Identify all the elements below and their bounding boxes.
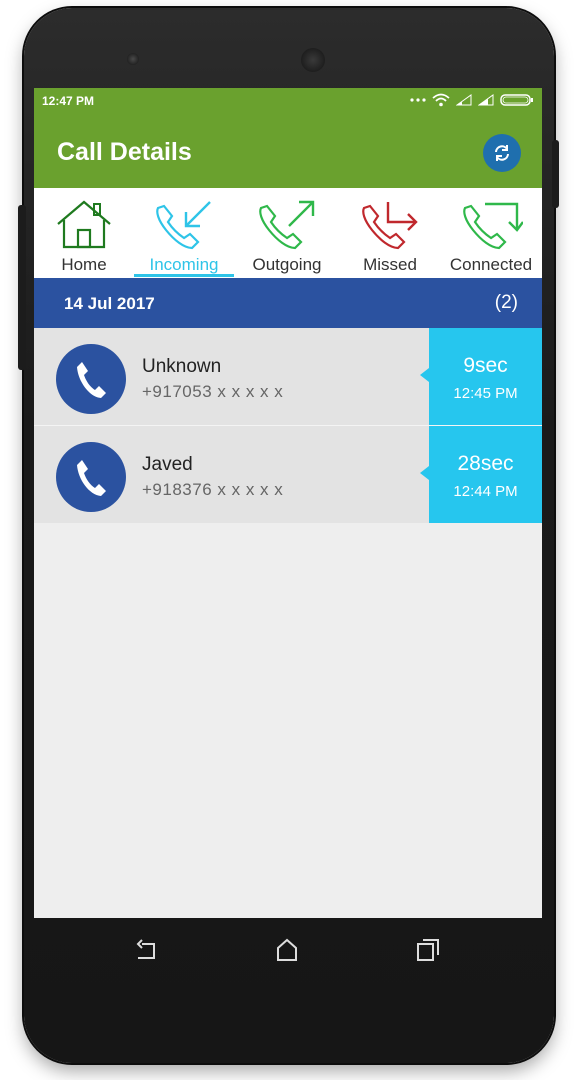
tab-label-connected: Connected xyxy=(449,255,533,274)
tab-missed[interactable]: Missed xyxy=(340,188,440,278)
call-row[interactable]: Javed +918376 x x x x x 28sec 12:44 PM xyxy=(34,425,542,523)
home-icon xyxy=(57,200,111,249)
outgoing-call-icon xyxy=(259,200,315,250)
date-header: 14 Jul 2017 (2) xyxy=(34,278,542,328)
tab-label-home: Home xyxy=(61,255,107,274)
status-icons xyxy=(410,93,534,107)
missed-call-icon xyxy=(362,202,418,250)
tab-connected[interactable]: Connected xyxy=(441,188,541,278)
avatar xyxy=(56,344,126,414)
tab-label-missed: Missed xyxy=(363,255,417,274)
side-button-right xyxy=(552,140,559,208)
signal-icon-2 xyxy=(478,94,494,106)
battery-icon xyxy=(500,94,533,106)
date-label: 14 Jul 2017 xyxy=(64,294,155,313)
side-button-left xyxy=(18,205,26,370)
tab-label-outgoing: Outgoing xyxy=(252,255,322,274)
screen: 12:47 PM Call Details Home Incoming Outg… xyxy=(34,88,542,918)
navigation-bar xyxy=(34,918,542,984)
wifi-icon xyxy=(432,93,450,107)
recents-icon[interactable] xyxy=(416,938,440,962)
call-count: (2) xyxy=(494,292,518,313)
home-nav-icon[interactable] xyxy=(276,938,298,962)
phone-icon xyxy=(77,362,106,398)
call-row[interactable]: Unknown +917053 x x x x x 9sec 12:45 PM xyxy=(34,328,542,425)
tab-bar: Home Incoming Outgoing Missed Connected xyxy=(34,188,542,278)
status-bar: 12:47 PM xyxy=(34,88,542,114)
caller-number: +918376 x x x x x xyxy=(142,480,284,499)
refresh-icon xyxy=(495,145,509,161)
call-duration: 9sec xyxy=(463,354,508,377)
tab-label-incoming: Incoming xyxy=(149,255,219,274)
call-list: Unknown +917053 x x x x x 9sec 12:45 PM … xyxy=(34,328,542,523)
phone-icon xyxy=(77,460,106,496)
connected-call-icon xyxy=(463,202,523,250)
back-icon[interactable] xyxy=(134,938,160,962)
status-time: 12:47 PM xyxy=(42,94,95,108)
duration-box: 28sec 12:44 PM xyxy=(420,426,542,523)
call-time: 12:45 PM xyxy=(453,385,518,402)
tab-incoming[interactable]: Incoming xyxy=(134,188,234,278)
page-title: Call Details xyxy=(57,138,192,166)
tab-home[interactable]: Home xyxy=(34,188,134,278)
caller-name: Unknown xyxy=(142,356,222,377)
tab-outgoing[interactable]: Outgoing xyxy=(237,188,337,278)
avatar xyxy=(56,442,126,512)
caller-number: +917053 x x x x x xyxy=(142,382,284,401)
caller-name: Javed xyxy=(142,454,193,475)
refresh-button[interactable] xyxy=(483,134,521,172)
more-dots-icon xyxy=(410,98,426,102)
active-tab-indicator xyxy=(134,274,234,277)
call-time: 12:44 PM xyxy=(453,483,518,500)
call-duration: 28sec xyxy=(457,452,514,475)
signal-icon-1 xyxy=(456,94,472,106)
duration-box: 9sec 12:45 PM xyxy=(420,328,542,425)
app-bar: Call Details xyxy=(34,114,542,188)
incoming-call-icon xyxy=(156,201,211,250)
earpiece-speaker xyxy=(301,48,325,72)
front-camera xyxy=(127,53,139,65)
